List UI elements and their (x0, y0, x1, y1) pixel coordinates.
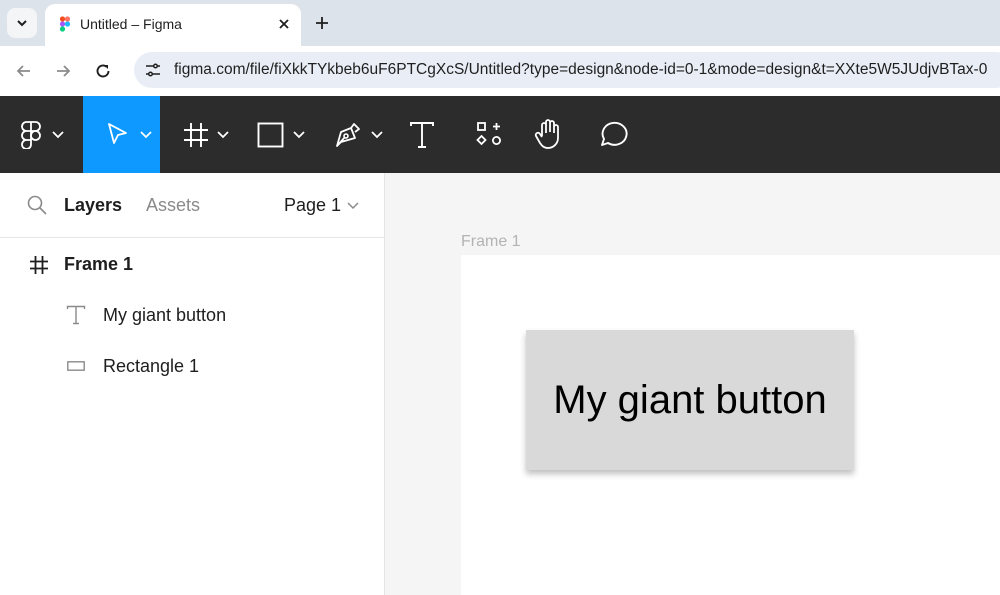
hand-icon (534, 119, 559, 149)
tab-search-button[interactable] (7, 8, 37, 38)
arrow-left-icon (16, 65, 30, 77)
page-selector[interactable]: Page 1 (284, 195, 359, 216)
frame-1[interactable]: My giant button (461, 255, 1000, 595)
chevron-down-icon (140, 131, 152, 139)
tab-close-button[interactable] (275, 15, 293, 33)
main-menu-button[interactable] (0, 96, 83, 173)
url-text: figma.com/file/fiXkkTYkbeb6uF6PTCgXcS/Un… (174, 61, 988, 78)
reload-button[interactable] (90, 58, 116, 84)
panel-header: Layers Assets Page 1 (0, 173, 384, 238)
chevron-down-icon (293, 131, 305, 139)
figma-logo-icon (21, 121, 41, 149)
layer-rectangle-1[interactable]: Rectangle 1 (0, 342, 384, 390)
button-text[interactable]: My giant button (553, 378, 827, 423)
chevron-down-icon (52, 131, 64, 139)
text-tool-button[interactable] (395, 96, 455, 173)
figma-favicon-icon (59, 16, 71, 32)
browser-navbar: figma.com/file/fiXkkTYkbeb6uF6PTCgXcS/Un… (0, 46, 1000, 96)
new-tab-button[interactable] (311, 12, 333, 34)
move-tool-button[interactable] (83, 96, 160, 173)
rectangle-1[interactable]: My giant button (526, 330, 854, 470)
rectangle-icon (67, 361, 85, 371)
frame-hash-icon (30, 256, 48, 274)
shape-tool-button[interactable] (240, 96, 315, 173)
tab-title: Untitled – Figma (80, 16, 182, 32)
close-icon (279, 19, 289, 29)
design-canvas[interactable]: Frame 1 My giant button (385, 173, 1000, 595)
layer-label: Rectangle 1 (103, 356, 200, 376)
frame-tool-button[interactable] (160, 96, 240, 173)
arrow-right-icon (57, 65, 71, 77)
text-icon (410, 122, 434, 148)
layer-frame-1[interactable]: Frame 1 (0, 240, 384, 288)
address-bar[interactable]: figma.com/file/fiXkkTYkbeb6uF6PTCgXcS/Un… (134, 52, 1000, 88)
layer-text-my-giant-button[interactable]: My giant button (0, 291, 384, 339)
pen-icon (336, 123, 360, 147)
resources-tool-button[interactable] (455, 96, 520, 173)
resources-icon (476, 122, 501, 146)
cursor-icon (108, 123, 127, 144)
hand-tool-button[interactable] (520, 96, 580, 173)
chevron-down-icon (371, 131, 383, 139)
tab-assets[interactable]: Assets (146, 195, 200, 216)
figma-toolbar (0, 96, 1000, 173)
text-icon (66, 305, 86, 325)
comment-icon (601, 121, 628, 146)
search-icon[interactable] (27, 195, 47, 215)
pen-tool-button[interactable] (315, 96, 395, 173)
layer-label: Frame 1 (64, 254, 134, 274)
reload-icon (96, 64, 110, 78)
comment-tool-button[interactable] (580, 96, 650, 173)
forward-button[interactable] (50, 58, 76, 84)
browser-tab[interactable]: Untitled – Figma (45, 4, 301, 46)
chevron-down-icon (347, 201, 359, 209)
plus-icon (316, 17, 328, 29)
rectangle-icon (257, 122, 284, 148)
frame-hash-icon (184, 123, 208, 147)
chevron-down-icon (217, 131, 229, 139)
layer-label: My giant button (103, 305, 227, 325)
frame-label[interactable]: Frame 1 (461, 233, 521, 251)
page-name: Page 1 (284, 195, 342, 215)
back-button[interactable] (11, 58, 37, 84)
layers-panel: Layers Assets Page 1 Frame 1 My giant bu… (0, 173, 385, 595)
site-info-icon[interactable] (142, 59, 164, 81)
chevron-down-icon (17, 20, 27, 27)
tab-layers[interactable]: Layers (64, 195, 122, 216)
browser-tab-strip: Untitled – Figma (0, 0, 1000, 46)
